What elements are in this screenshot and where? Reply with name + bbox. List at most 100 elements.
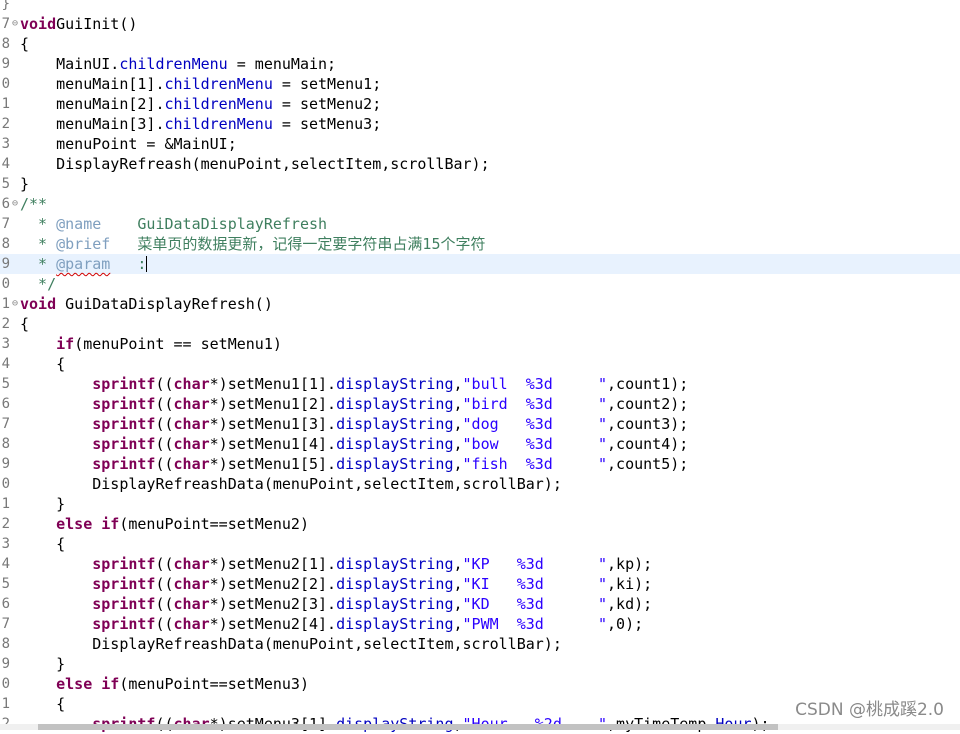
code-line[interactable]: 7 * @name GuiDataDisplayRefresh bbox=[0, 214, 960, 234]
code-line[interactable]: 3 { bbox=[0, 534, 960, 554]
code-token: char bbox=[173, 375, 210, 393]
code-editor[interactable]: } 7 ⊖ voidGuiInit() 8{9 MainUI.childrenMenu … bbox=[0, 0, 960, 733]
code-token: } bbox=[20, 495, 66, 513]
code-line[interactable]: 2 menuMain[3].childrenMenu = setMenu3; bbox=[0, 114, 960, 134]
fold-toggle-icon bbox=[10, 394, 20, 414]
code-line[interactable]: 0 DisplayRefreashData(menuPoint,selectIt… bbox=[0, 474, 960, 494]
line-number: 7 bbox=[1, 216, 10, 232]
fold-toggle-icon bbox=[10, 694, 20, 714]
code-line[interactable]: } bbox=[0, 0, 960, 14]
code-token: (menuPoint==setMenu2) bbox=[119, 515, 309, 533]
code-token: { bbox=[20, 315, 30, 333]
code-line[interactable]: 7 sprintf((char*)setMenu1[3].displayStri… bbox=[0, 414, 960, 434]
code-line[interactable]: 5 sprintf((char*)setMenu2[2].displayStri… bbox=[0, 574, 960, 594]
code-token: , bbox=[453, 555, 463, 573]
code-token: (( bbox=[155, 375, 174, 393]
code-token: ,count2); bbox=[607, 395, 689, 413]
line-number: 6 bbox=[1, 596, 10, 612]
code-token: *)setMenu1[1]. bbox=[209, 375, 337, 393]
code-line[interactable]: 6 sprintf((char*)setMenu2[3].displayStri… bbox=[0, 594, 960, 614]
fold-toggle-icon[interactable]: ⊖ bbox=[10, 194, 20, 214]
fold-toggle-icon bbox=[10, 594, 20, 614]
code-line[interactable]: 2{ bbox=[0, 314, 960, 334]
code-line[interactable]: 3 if(menuPoint == setMenu1) bbox=[0, 334, 960, 354]
code-line[interactable]: 1 } bbox=[0, 494, 960, 514]
fold-toggle-icon bbox=[10, 74, 20, 94]
code-token: displayString bbox=[336, 595, 454, 613]
code-token: "dog %3d " bbox=[462, 415, 608, 433]
code-line[interactable]: 1 menuMain[2].childrenMenu = setMenu2; bbox=[0, 94, 960, 114]
code-token: ,count1); bbox=[607, 375, 689, 393]
code-line[interactable]: 9 sprintf((char*)setMenu1[5].displayStri… bbox=[0, 454, 960, 474]
fold-toggle-icon[interactable]: ⊖ bbox=[10, 14, 20, 34]
code-token: GuiDataDisplayRefresh() bbox=[56, 295, 273, 313]
code-line[interactable]: 4 { bbox=[0, 354, 960, 374]
code-line[interactable]: 4 sprintf((char*)setMenu2[1].displayStri… bbox=[0, 554, 960, 574]
code-text: DisplayRefreash(menuPoint,selectItem,scr… bbox=[20, 154, 490, 174]
code-token: char bbox=[173, 455, 210, 473]
code-text: */ bbox=[20, 274, 56, 294]
code-text: sprintf((char*)setMenu1[1].displayString… bbox=[20, 374, 688, 394]
code-token: childrenMenu bbox=[164, 95, 273, 113]
code-token: { bbox=[20, 695, 66, 713]
code-token: (menuPoint == setMenu1) bbox=[74, 335, 282, 353]
code-token: */ bbox=[20, 275, 57, 293]
code-token: , bbox=[453, 615, 463, 633]
code-text: sprintf((char*)setMenu2[3].displayString… bbox=[20, 594, 652, 614]
code-token: sprintf bbox=[92, 615, 156, 633]
code-token: sprintf bbox=[92, 415, 156, 433]
line-number: 8 bbox=[1, 436, 10, 452]
code-text: menuPoint = &MainUI; bbox=[20, 134, 237, 154]
code-line[interactable]: 8 sprintf((char*)setMenu1[4].displayStri… bbox=[0, 434, 960, 454]
code-text: { bbox=[20, 534, 65, 554]
code-token: char bbox=[173, 615, 210, 633]
code-token: @name bbox=[56, 215, 102, 233]
code-line[interactable]: 0 menuMain[1].childrenMenu = setMenu1; bbox=[0, 74, 960, 94]
line-number: 7 bbox=[1, 16, 10, 32]
line-number: 4 bbox=[1, 356, 10, 372]
fold-toggle-icon bbox=[10, 134, 20, 154]
fold-toggle-icon bbox=[10, 34, 20, 54]
fold-toggle-icon bbox=[10, 154, 20, 174]
code-line[interactable]: 6 sprintf((char*)setMenu1[2].displayStri… bbox=[0, 394, 960, 414]
code-line[interactable]: 4 DisplayRefreash(menuPoint,selectItem,s… bbox=[0, 154, 960, 174]
scrollbar-thumb[interactable] bbox=[38, 724, 778, 730]
code-line[interactable]: 5} bbox=[0, 174, 960, 194]
line-number: 5 bbox=[1, 176, 10, 192]
code-line[interactable]: 1 ⊖ void GuiDataDisplayRefresh() bbox=[0, 294, 960, 314]
code-token: "KD %3d " bbox=[462, 595, 608, 613]
code-token: *)setMenu1[4]. bbox=[209, 435, 337, 453]
code-line[interactable]: 7 ⊖ voidGuiInit() bbox=[0, 14, 960, 34]
code-token: sprintf bbox=[92, 595, 156, 613]
code-line[interactable]: 2 else if(menuPoint==setMenu2) bbox=[0, 514, 960, 534]
code-token: MainUI. bbox=[20, 55, 120, 73]
code-token: ,kd); bbox=[607, 595, 653, 613]
code-line[interactable]: 9 } bbox=[0, 654, 960, 674]
fold-toggle-icon bbox=[10, 0, 20, 14]
code-token: ,ki); bbox=[607, 575, 653, 593]
fold-toggle-icon[interactable]: ⊖ bbox=[10, 294, 20, 314]
code-line[interactable]: 7 sprintf((char*)setMenu2[4].displayStri… bbox=[0, 614, 960, 634]
code-line[interactable]: 5 sprintf((char*)setMenu1[1].displayStri… bbox=[0, 374, 960, 394]
code-text: * @brief 菜单页的数据更新，记得一定要字符串占满15个字符 bbox=[20, 234, 485, 254]
horizontal-scrollbar[interactable] bbox=[0, 724, 960, 730]
code-token: ,kp); bbox=[607, 555, 653, 573]
code-line[interactable]: 0 else if(menuPoint==setMenu3) bbox=[0, 674, 960, 694]
code-line[interactable]: 8 * @brief 菜单页的数据更新，记得一定要字符串占满15个字符 bbox=[0, 234, 960, 254]
fold-toggle-icon bbox=[10, 54, 20, 74]
code-line[interactable]: 8{ bbox=[0, 34, 960, 54]
code-text: { bbox=[20, 694, 65, 714]
line-number: 5 bbox=[1, 576, 10, 592]
code-line[interactable]: 0 */ bbox=[0, 274, 960, 294]
current-code-line[interactable]: 9 * @param : bbox=[0, 254, 960, 274]
code-token: displayString bbox=[336, 435, 454, 453]
code-line[interactable]: 9 MainUI.childrenMenu = menuMain; bbox=[0, 54, 960, 74]
code-line[interactable]: 3 menuPoint = &MainUI; bbox=[0, 134, 960, 154]
code-token: = setMenu2; bbox=[272, 95, 382, 113]
fold-toggle-icon bbox=[10, 94, 20, 114]
code-line[interactable]: 6 ⊖/** bbox=[0, 194, 960, 214]
code-line[interactable]: 8 DisplayRefreashData(menuPoint,selectIt… bbox=[0, 634, 960, 654]
code-token: * bbox=[20, 255, 57, 273]
